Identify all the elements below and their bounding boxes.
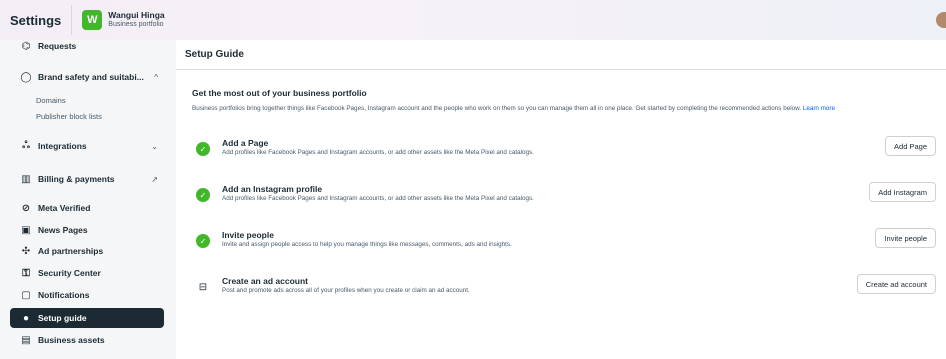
external-link-icon: ↗ — [151, 174, 158, 184]
sidebar-item-publisher-block-lists[interactable]: Publisher block lists — [36, 112, 102, 121]
task-title: Add an Instagram profile — [222, 184, 323, 194]
add-page-button[interactable]: Add Page — [885, 136, 936, 156]
user-avatar[interactable] — [936, 12, 946, 28]
main-panel: Setup Guide Get the most out of your bus… — [176, 40, 946, 359]
ad-account-icon: ⊟ — [198, 281, 208, 293]
bell-icon: ▢ — [21, 289, 31, 301]
sidebar: ⌬ Requests ◯ Brand safety and suitabi...… — [0, 40, 176, 359]
sidebar-item-billing[interactable]: ▥ Billing & payments ↗ — [10, 169, 164, 189]
sidebar-item-ad-partnerships[interactable]: ✣ Ad partnerships — [10, 241, 164, 261]
integrations-icon: ஃ — [22, 140, 30, 151]
sidebar-item-label: Ad partnerships — [38, 246, 104, 256]
requests-icon: ⌬ — [21, 40, 31, 52]
chevron-up-icon: ^ — [154, 72, 158, 82]
sidebar-item-domains[interactable]: Domains — [36, 96, 66, 105]
task-add-page: ✓ Add a Page Add profiles like Facebook … — [192, 136, 936, 168]
app-title: Settings — [10, 12, 62, 28]
handshake-icon: ✣ — [21, 245, 31, 257]
task-add-instagram: ✓ Add an Instagram profile Add profiles … — [192, 182, 936, 214]
page-title: Setup Guide — [176, 40, 946, 70]
intro-body: Business portfolios bring together thing… — [192, 105, 802, 112]
task-description: Add profiles like Facebook Pages and Ins… — [222, 149, 534, 156]
sidebar-item-notifications[interactable]: ▢ Notifications — [10, 285, 164, 305]
sidebar-item-news-pages[interactable]: ▣ News Pages — [10, 220, 164, 240]
task-title: Create an ad account — [222, 276, 308, 286]
sidebar-item-label: Security Center — [38, 268, 101, 278]
sidebar-item-label: Business assets — [38, 335, 105, 345]
sidebar-item-meta-verified[interactable]: ⊘ Meta Verified — [10, 198, 164, 218]
portfolio-avatar: W — [82, 10, 103, 30]
task-description: Add profiles like Facebook Pages and Ins… — [222, 195, 534, 202]
intro-text: Business portfolios bring together thing… — [192, 104, 932, 114]
top-bar: Settings W Wangui Hinga Business portfol… — [0, 0, 946, 40]
portfolio-switcher[interactable]: W Wangui Hinga Business portfolio — [71, 5, 172, 35]
check-icon: ✓ — [196, 234, 210, 248]
sidebar-item-security-center[interactable]: ⚿ Security Center — [10, 263, 164, 283]
check-icon: ✓ — [196, 188, 210, 202]
lock-icon: ⚿ — [22, 267, 30, 279]
news-icon: ▣ — [21, 224, 31, 236]
invite-people-button[interactable]: Invite people — [875, 228, 936, 248]
task-description: Invite and assign people access to help … — [222, 241, 512, 248]
portfolio-name: Wangui Hinga — [108, 10, 165, 20]
add-instagram-button[interactable]: Add Instagram — [869, 182, 936, 202]
shield-icon: ◯ — [20, 71, 32, 83]
sidebar-item-business-assets[interactable]: ▤ Business assets — [10, 330, 164, 350]
intro-title: Get the most out of your business portfo… — [192, 88, 367, 98]
learn-more-link[interactable]: Learn more — [803, 105, 835, 112]
sidebar-item-label: Brand safety and suitabi... — [38, 72, 144, 82]
sidebar-item-label: Notifications — [38, 290, 90, 300]
briefcase-icon: ▤ — [21, 334, 31, 346]
sidebar-item-integrations[interactable]: ஃ Integrations ⌄ — [10, 136, 164, 156]
create-ad-account-button[interactable]: Create ad account — [856, 274, 936, 294]
task-create-ad-account: ⊟ Create an ad account Post and promote … — [192, 274, 936, 306]
sidebar-item-brand-safety[interactable]: ◯ Brand safety and suitabi... ^ — [10, 67, 164, 87]
portfolio-text: Wangui Hinga Business portfolio — [108, 10, 164, 30]
intro-section: Get the most out of your business portfo… — [192, 88, 932, 114]
verified-icon: ⊘ — [21, 202, 31, 214]
sidebar-item-label: Requests — [38, 41, 77, 51]
bank-icon: ▥ — [21, 173, 31, 185]
sidebar-item-requests[interactable]: ⌬ Requests — [10, 36, 164, 56]
setup-guide-icon: ● — [22, 312, 30, 324]
task-description: Post and promote ads across all of your … — [222, 287, 470, 294]
sidebar-item-label: Billing & payments — [38, 174, 115, 184]
sidebar-item-label: Setup guide — [38, 313, 87, 323]
task-title: Invite people — [222, 230, 274, 240]
sidebar-item-label: Integrations — [38, 141, 87, 151]
task-invite-people: ✓ Invite people Invite and assign people… — [192, 228, 936, 260]
sidebar-item-label: News Pages — [38, 225, 88, 235]
sidebar-item-label: Meta Verified — [38, 203, 91, 213]
portfolio-subtitle: Business portfolio — [108, 21, 164, 28]
chevron-down-icon: ⌄ — [151, 141, 158, 151]
sidebar-item-setup-guide[interactable]: ● Setup guide — [10, 308, 164, 328]
task-title: Add a Page — [222, 138, 269, 148]
check-icon: ✓ — [196, 142, 210, 156]
